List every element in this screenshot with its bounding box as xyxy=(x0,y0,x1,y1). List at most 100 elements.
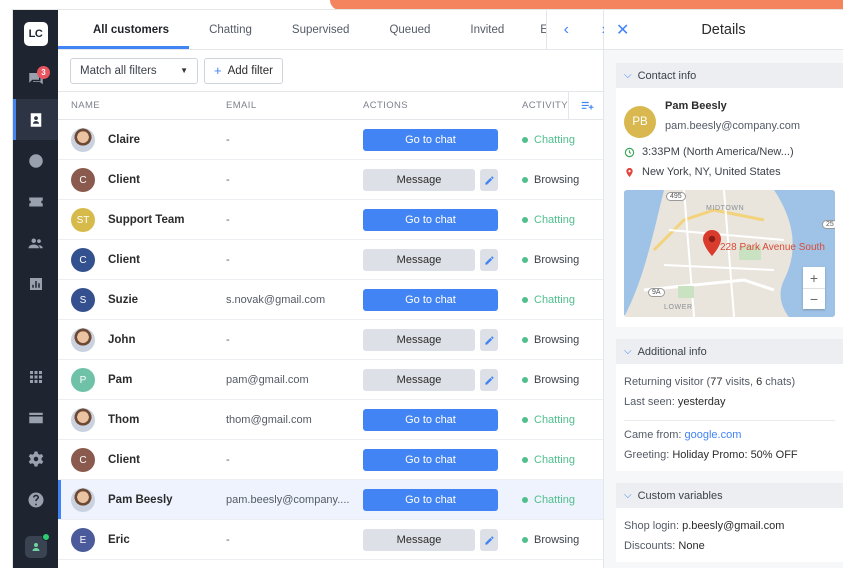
edit-message-button[interactable] xyxy=(480,369,498,391)
additional-info-label: Additional info xyxy=(637,345,707,358)
table-row[interactable]: C Client - Go to chat Chatting xyxy=(58,440,603,480)
table-row[interactable]: John - Message Browsing xyxy=(58,320,603,360)
sidebar-item-archives[interactable] xyxy=(13,140,58,181)
go-to-chat-button[interactable]: Go to chat xyxy=(363,409,498,431)
edit-message-button[interactable] xyxy=(480,329,498,351)
edit-message-button[interactable] xyxy=(480,169,498,191)
sidebar-item-customers[interactable] xyxy=(13,99,58,140)
came-from-link[interactable]: google.com xyxy=(685,429,742,441)
tab-queued[interactable]: Queued xyxy=(369,10,450,49)
column-header-activity[interactable]: ACTIVITY xyxy=(522,100,568,111)
close-icon[interactable]: ✕ xyxy=(616,20,629,40)
tab-invited[interactable]: Invited xyxy=(450,10,524,49)
sidebar-item-help[interactable] xyxy=(13,479,58,520)
status-dot-icon xyxy=(522,257,528,263)
contact-email[interactable]: pam.beesly@company.com xyxy=(665,120,800,132)
edit-message-button[interactable] xyxy=(480,529,498,551)
custom-variables-toggle[interactable]: ⌵ Custom variables xyxy=(616,483,843,508)
table-row[interactable]: Thom thom@gmail.com Go to chat Chatting xyxy=(58,400,603,440)
filters-bar: Match all filters ▼ + Add filter xyxy=(58,50,603,92)
message-button[interactable]: Message xyxy=(363,169,475,191)
sidebar-item-billing[interactable] xyxy=(13,397,58,438)
go-to-chat-button[interactable]: Go to chat xyxy=(363,289,498,311)
customer-email: s.novak@gmail.com xyxy=(226,294,326,306)
go-to-chat-button[interactable]: Go to chat xyxy=(363,209,498,231)
edit-message-button[interactable] xyxy=(480,249,498,271)
activity-status: Browsing xyxy=(522,160,579,200)
avatar: P xyxy=(71,368,95,392)
match-filters-select[interactable]: Match all filters ▼ xyxy=(70,57,198,84)
clock-icon xyxy=(28,153,43,168)
tab-all-customers[interactable]: All customers xyxy=(58,10,189,49)
details-panel: ✕ Details ⌵ Contact info PB Pam Beesly p… xyxy=(604,10,843,568)
activity-status: Chatting xyxy=(522,400,575,440)
tab-chatting[interactable]: Chatting xyxy=(189,10,272,49)
table-row[interactable]: Pam Beesly pam.beesly@company.... Go to ch… xyxy=(58,480,603,520)
table-row[interactable]: ST Support Team - Go to chat Chatting xyxy=(58,200,603,240)
table-row[interactable]: C Client - Message Browsing xyxy=(58,240,603,280)
customer-email: pam.beesly@company.... xyxy=(226,494,350,506)
customer-name: Suzie xyxy=(108,294,139,306)
avatar: C xyxy=(71,168,95,192)
table-row[interactable]: S Suzie s.novak@gmail.com Go to chat Chattin… xyxy=(58,280,603,320)
sidebar-item-apps[interactable] xyxy=(13,356,58,397)
sidebar-item-settings[interactable] xyxy=(13,438,58,479)
additional-info-section: Returning visitor (77 visits, 6 chats) L… xyxy=(616,364,843,471)
avatar: PB xyxy=(624,106,656,138)
returning-visitor-line: Returning visitor (77 visits, 6 chats) xyxy=(624,376,835,388)
avatar: ST xyxy=(71,208,95,232)
customer-email: - xyxy=(226,254,230,266)
sidebar-item-tickets[interactable] xyxy=(13,181,58,222)
tab-overflow[interactable]: E xyxy=(524,10,546,49)
contact-info-toggle[interactable]: ⌵ Contact info xyxy=(616,63,843,88)
pencil-icon xyxy=(484,175,494,185)
team-icon xyxy=(28,238,43,248)
custom-variables-section: Shop login: p.beesly@gmail.com Discounts… xyxy=(616,508,843,562)
customer-email: - xyxy=(226,334,230,346)
chevron-down-icon: ⌵ xyxy=(624,490,632,501)
discounts-line: Discounts: None xyxy=(624,540,835,552)
avatar xyxy=(71,408,95,432)
table-row[interactable]: C Client - Message Browsing xyxy=(58,160,603,200)
additional-info-toggle[interactable]: ⌵ Additional info xyxy=(616,339,843,364)
message-button[interactable]: Message xyxy=(363,369,475,391)
table-row[interactable]: P Pam pam@gmail.com Message Browsing xyxy=(58,360,603,400)
zoom-in-button[interactable]: + xyxy=(803,267,825,288)
message-button[interactable]: Message xyxy=(363,249,475,271)
column-header-email[interactable]: EMAIL xyxy=(226,100,257,111)
avatar: E xyxy=(71,528,95,552)
chevron-left-icon[interactable]: ‹ xyxy=(547,10,585,49)
go-to-chat-button[interactable]: Go to chat xyxy=(363,449,498,471)
activity-status: Browsing xyxy=(522,240,579,280)
status-dot-icon xyxy=(522,137,528,143)
message-button[interactable]: Message xyxy=(363,329,475,351)
status-dot-icon xyxy=(522,457,528,463)
table-row[interactable]: Claire - Go to chat Chatting xyxy=(58,120,603,160)
table-header: NAME EMAIL ACTIONS ACTIVITY xyxy=(58,92,603,120)
customers-icon xyxy=(30,112,41,127)
go-to-chat-button[interactable]: Go to chat xyxy=(363,129,498,151)
column-header-name[interactable]: NAME xyxy=(71,100,100,111)
add-filter-button[interactable]: + Add filter xyxy=(204,57,283,84)
location-map[interactable]: MIDTOWN LOWER 495 9A 25 228 Park Avenue … xyxy=(624,190,835,317)
customer-name: Pam Beesly xyxy=(108,494,173,506)
column-settings-button[interactable] xyxy=(568,92,604,120)
go-to-chat-button[interactable]: Go to chat xyxy=(363,489,498,511)
details-title: Details xyxy=(701,21,746,38)
activity-label: Chatting xyxy=(534,494,575,506)
zoom-out-button[interactable]: − xyxy=(803,288,825,309)
agent-status-avatar[interactable] xyxy=(25,533,50,558)
tab-supervised[interactable]: Supervised xyxy=(272,10,370,49)
map-route-badge: 9A xyxy=(648,288,665,297)
status-dot-icon xyxy=(522,217,528,223)
table-row[interactable]: E Eric - Message Browsing xyxy=(58,520,603,560)
pencil-icon xyxy=(484,255,494,265)
app-logo[interactable]: LC xyxy=(23,22,48,46)
sidebar-item-chats[interactable]: 3 xyxy=(13,58,58,99)
activity-status: Browsing xyxy=(522,520,579,560)
sidebar-item-team[interactable] xyxy=(13,222,58,263)
activity-status: Browsing xyxy=(522,320,579,360)
add-filter-label: Add filter xyxy=(227,64,273,77)
message-button[interactable]: Message xyxy=(363,529,475,551)
sidebar-item-reports[interactable] xyxy=(13,263,58,304)
